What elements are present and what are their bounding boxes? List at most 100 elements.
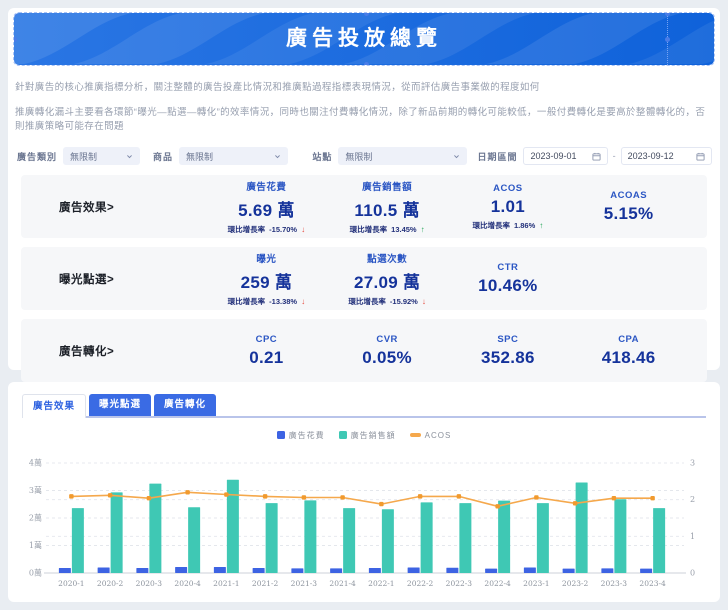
bar-ad-sales[interactable] — [536, 503, 549, 573]
product-select[interactable]: 無限制 — [178, 147, 289, 165]
metric-value: 352.86 — [480, 347, 535, 367]
site-select[interactable]: 無限制 — [338, 147, 468, 165]
tab-2[interactable]: 曝光點選 — [89, 394, 152, 416]
acos-point[interactable] — [572, 501, 578, 506]
metric-growth: 環比增長率 -15.92% ↓ — [348, 296, 425, 307]
metric-row-label[interactable]: 曝光點選> — [21, 271, 206, 287]
category-select[interactable]: 無限制 — [63, 147, 140, 165]
legend-label: ACOS — [424, 430, 452, 440]
bar-ad-sales[interactable] — [304, 500, 317, 573]
x-axis-label: 2021-1 — [213, 579, 239, 588]
date-end-input[interactable]: 2023-09-12 — [620, 147, 712, 165]
date-range-separator: - — [612, 151, 616, 161]
bar-ad-spend[interactable] — [446, 567, 459, 573]
trend-up-icon: ↑ — [539, 220, 544, 230]
selection-handle[interactable] — [665, 37, 670, 42]
bar-ad-sales[interactable] — [575, 482, 588, 573]
chart-card: 廣告效果 曝光點選 廣告轉化 廣告花費 廣告銷售額 ACOS 0萬 1萬 2萬 3萬 4萬 0 1 2… — [8, 382, 720, 602]
date-range-label: 日期區間 — [477, 151, 518, 162]
growth-value: 1.86% — [513, 220, 536, 230]
acos-point[interactable] — [456, 494, 462, 499]
acos-point[interactable] — [262, 494, 268, 499]
bar-ad-spend[interactable] — [291, 568, 304, 573]
metric-name: CVR — [376, 333, 398, 345]
acos-point[interactable] — [69, 494, 74, 499]
legend-item[interactable]: 廣告銷售額 — [338, 430, 396, 441]
bar-ad-spend[interactable] — [368, 568, 381, 573]
selection-handle[interactable] — [364, 62, 369, 65]
metric-growth: 環比增長率 1.86% ↑ — [472, 220, 543, 231]
left-axis-tick: 2萬 — [29, 513, 42, 523]
chevron-down-icon — [454, 154, 460, 158]
tab-3[interactable]: 廣告轉化 — [154, 394, 217, 416]
calendar-icon — [696, 152, 705, 161]
bar-ad-spend[interactable] — [523, 567, 536, 574]
x-axis-label: 2021-3 — [291, 579, 318, 588]
bar-ad-sales[interactable] — [381, 509, 394, 573]
legend-square-marker — [276, 431, 285, 439]
chart-tabs: 廣告效果 曝光點選 廣告轉化 — [22, 394, 706, 418]
x-axis-label: 2020-3 — [136, 579, 163, 588]
acos-point[interactable] — [495, 504, 500, 509]
bar-ad-spend[interactable] — [175, 566, 188, 573]
bar-ad-spend[interactable] — [407, 567, 420, 574]
acos-point[interactable] — [301, 495, 307, 500]
metric-value: 0.21 — [249, 347, 284, 367]
acos-point[interactable] — [650, 496, 655, 501]
tab-1[interactable]: 廣告效果 — [22, 394, 87, 418]
bar-ad-spend[interactable] — [562, 568, 575, 573]
x-axis-label: 2023-4 — [639, 579, 666, 588]
bar-ad-spend[interactable] — [213, 566, 226, 573]
bar-ad-spend[interactable] — [601, 568, 614, 573]
category-select-value: 無限制 — [70, 151, 98, 162]
growth-value: -15.70% — [269, 224, 298, 234]
acos-point[interactable] — [417, 494, 423, 499]
bar-ad-sales[interactable] — [188, 507, 201, 573]
metric-panels: 廣告效果> 廣告花費 5.69 萬環比增長率 -15.70% ↓ 廣告銷售額 110.5 萬… — [8, 175, 720, 382]
acos-point[interactable] — [107, 493, 113, 498]
metric-name: SPC — [497, 333, 519, 345]
bar-ad-sales[interactable] — [71, 508, 84, 573]
metric-growth: 環比增長率 13.45% ↑ — [350, 224, 425, 235]
bar-ad-sales[interactable] — [614, 499, 627, 573]
acos-point[interactable] — [611, 496, 617, 501]
legend-item[interactable]: 廣告花費 — [276, 430, 325, 441]
metric-row-label[interactable]: 廣告轉化> — [21, 343, 206, 359]
chart-svg[interactable]: 0萬 1萬 2萬 3萬 4萬 0 1 2 3 2020-1 2020-2 2020-3 2020-4 20… — [22, 448, 706, 598]
legend-item[interactable]: ACOS — [409, 430, 452, 440]
trend-down-icon: ↓ — [301, 224, 306, 234]
left-axis-tick: 3萬 — [29, 485, 42, 495]
bar-ad-sales[interactable] — [110, 492, 123, 573]
description-line-1: 針對廣告的核心推廣指標分析，關注整體的廣告投產比情況和推廣點過程指標表現情況，從… — [15, 82, 540, 93]
bar-ad-spend[interactable] — [330, 568, 343, 573]
bar-ad-spend[interactable] — [58, 568, 71, 573]
date-start-input[interactable]: 2023-09-01 — [523, 147, 608, 165]
trend-down-icon: ↓ — [301, 296, 306, 306]
bar-ad-spend[interactable] — [640, 568, 653, 573]
metric-name: CPC — [255, 333, 278, 345]
bar-ad-sales[interactable] — [653, 508, 666, 573]
acos-point[interactable] — [146, 496, 152, 501]
x-axis-label: 2021-2 — [252, 579, 279, 588]
acos-point[interactable] — [534, 495, 539, 500]
bar-ad-spend[interactable] — [97, 567, 110, 574]
bar-ad-sales[interactable] — [420, 502, 433, 573]
growth-value: -15.92% — [389, 296, 418, 306]
acos-point[interactable] — [379, 501, 384, 507]
bar-ad-sales[interactable] — [343, 508, 356, 573]
acos-point[interactable] — [224, 492, 229, 497]
bar-ad-spend[interactable] — [485, 568, 498, 573]
metric-row-label[interactable]: 廣告效果> — [21, 199, 206, 215]
metric-block: 點選次數 27.09 萬環比增長率 -15.92% ↓ — [327, 251, 448, 307]
bar-ad-sales[interactable] — [226, 479, 239, 573]
acos-point[interactable] — [340, 495, 345, 500]
chart-legend: 廣告花費 廣告銷售額 ACOS — [8, 430, 720, 440]
acos-point[interactable] — [185, 490, 190, 495]
x-axis-label: 2022-4 — [484, 579, 511, 588]
metric-row: 曝光點選> 曝光 259 萬環比增長率 -13.38% ↓ 點選次數 27.09 萬環比增長… — [21, 247, 707, 310]
bar-ad-sales[interactable] — [265, 503, 278, 573]
bar-ad-spend[interactable] — [252, 568, 265, 573]
bar-ad-spend[interactable] — [136, 568, 149, 573]
bar-ad-sales[interactable] — [498, 500, 511, 573]
bar-ad-sales[interactable] — [459, 503, 472, 573]
